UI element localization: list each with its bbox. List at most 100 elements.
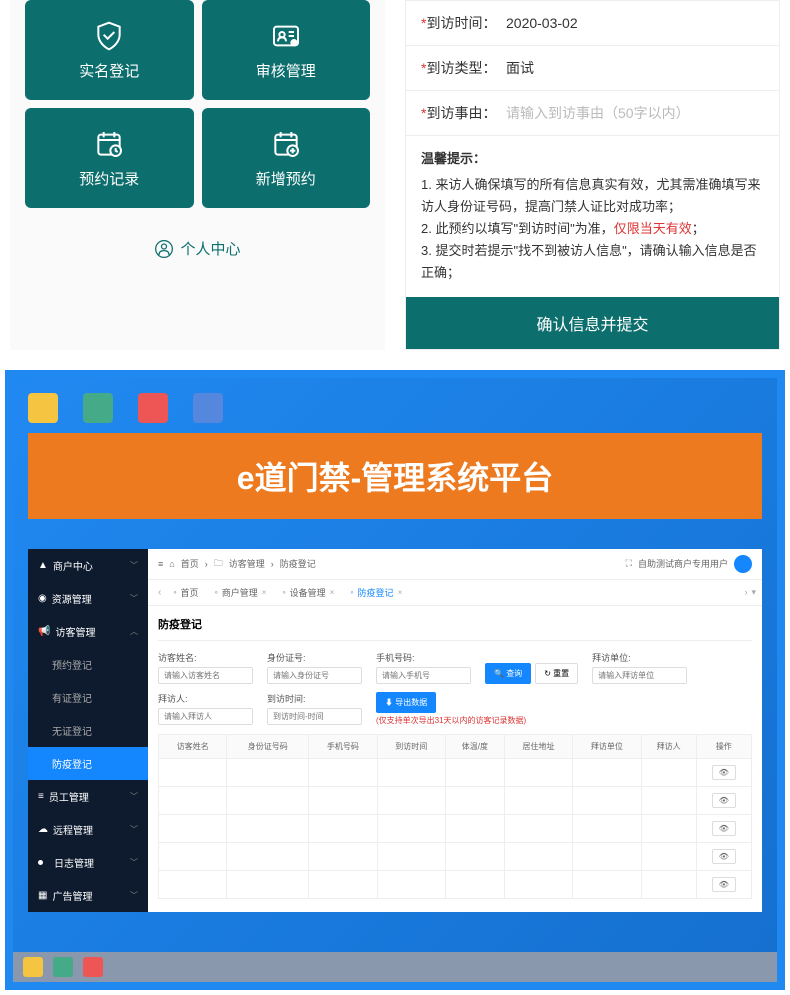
section-title: 防疫登记 [158,616,752,641]
taskbar-icon[interactable] [83,957,103,977]
table-header: 手机号码 [309,734,377,758]
visit-time-value: 2020-03-02 [506,15,578,31]
field-visit-type[interactable]: *到访类型： 面试 [406,46,779,91]
visit-reason-placeholder: 请输入到访事由（50字以内） [506,103,690,123]
breadcrumb: ≡ ⌂ 首页 › 🗀 访客管理 › 防疫登记 [158,556,316,572]
table-header: 拜访人 [641,734,696,758]
fullscreen-icon[interactable]: ⛶ [626,558,632,569]
sidebar-sub-epidemic[interactable]: 防疫登记 [28,747,148,780]
sidebar-item-staff[interactable]: ≡员工管理﹀ [28,780,148,813]
table-header: 操作 [696,734,751,758]
desktop-icon[interactable] [28,393,58,423]
tabs-row: ‹ ◦首页 ◦商户管理× ◦设备管理× ◦防疫登记× › ▾ [148,580,762,606]
table-header: 到访时间 [377,734,445,758]
table-row: 👁 [159,786,752,814]
shield-check-icon [93,20,125,52]
tile-label: 实名登记 [79,60,139,81]
sidebar-item-ads[interactable]: ▦广告管理﹀ [28,879,148,912]
tabs-prev-icon[interactable]: ‹ [154,587,165,598]
taskbar-icon[interactable] [53,957,73,977]
tile-booking-records[interactable]: 预约记录 [25,108,194,208]
table-header: 居住地址 [504,734,572,758]
tabs-next-icon[interactable]: › [744,587,747,598]
sidebar-sub-booking[interactable]: 预约登记 [28,648,148,681]
tile-label: 新增预约 [256,168,316,189]
desktop-icons-row [13,393,777,433]
export-hint: (仅支持单次导出31天以内的访客记录数据) [376,715,526,726]
user-area[interactable]: ⛶ 自助测试商户专用用户 [626,555,752,573]
sidebar-item-visitor[interactable]: 📢访客管理︿ [28,615,148,648]
tip-2: 2. 此预约以填写"到访时间"为准，仅限当天有效； [421,218,764,240]
view-button[interactable]: 👁 [712,821,736,836]
sidebar-sub-withid[interactable]: 有证登记 [28,681,148,714]
close-icon[interactable]: × [330,588,335,597]
sidebar-sub-noid[interactable]: 无证登记 [28,714,148,747]
avatar[interactable] [734,555,752,573]
view-button[interactable]: 👁 [712,765,736,780]
close-icon[interactable]: × [262,588,267,597]
tile-audit-manage[interactable]: 审核管理 [202,0,371,100]
desktop-icon[interactable] [193,393,223,423]
tip-1: 1. 来访人确保填写的所有信息真实有效，尤其需准确填写来访人身份证号码，提高门禁… [421,174,764,218]
view-button[interactable]: 👁 [712,877,736,892]
field-visit-time[interactable]: *到访时间： 2020-03-02 [406,1,779,46]
sidebar-item-remote[interactable]: ☁远程管理﹀ [28,813,148,846]
input-visit-unit[interactable] [592,667,687,684]
reset-button[interactable]: ↻ 重置 [535,663,578,684]
sidebar-item-merchant[interactable]: ▲商户中心﹀ [28,549,148,582]
booking-form-panel: *到访时间： 2020-03-02 *到访类型： 面试 *到访事由： 请输入到访… [405,0,780,350]
tab-epidemic[interactable]: ◦防疫登记× [342,580,410,605]
visit-type-value: 面试 [506,58,534,78]
submit-button[interactable]: 确认信息并提交 [406,297,779,349]
mobile-app-panel: 实名登记 审核管理 预约记录 新增预约 个人中心 [10,0,385,350]
user-circle-icon [154,239,174,259]
desktop-icon[interactable] [83,393,113,423]
personal-center-label: 个人中心 [180,238,240,259]
close-icon[interactable]: × [398,588,403,597]
menu-toggle-icon[interactable]: ≡ [158,559,163,569]
tip-3: 3. 提交时若提示"找不到被访人信息"，请确认输入信息是否正确； [421,240,764,284]
tile-label: 预约记录 [79,168,139,189]
desktop-icon[interactable] [138,393,168,423]
tips-title: 温馨提示： [421,148,764,170]
calendar-clock-icon [93,128,125,160]
taskbar-icon[interactable] [23,957,43,977]
table-header: 拜访单位 [573,734,641,758]
input-visit-person[interactable] [158,708,253,725]
table-header: 体温/度 [445,734,504,758]
tab-merchant[interactable]: ◦商户管理× [207,580,275,605]
input-id-no[interactable] [267,667,362,684]
field-visit-unit: 拜访单位: [592,651,687,684]
tile-new-booking[interactable]: 新增预约 [202,108,371,208]
tab-device[interactable]: ◦设备管理× [274,580,342,605]
table-row: 👁 [159,870,752,898]
tabs-menu-icon[interactable]: ▾ [751,587,756,598]
data-table: 访客姓名身份证号码手机号码到访时间体温/度居住地址拜访单位拜访人操作 👁 👁 👁… [158,734,752,899]
home-icon[interactable]: ⌂ [169,559,174,569]
table-header: 访客姓名 [159,734,227,758]
field-visitor-name: 访客姓名: [158,651,253,684]
tile-label: 审核管理 [256,60,316,81]
sidebar-item-log[interactable]: 日志管理﹀ [28,846,148,879]
personal-center-link[interactable]: 个人中心 [25,208,370,274]
tile-realname-register[interactable]: 实名登记 [25,0,194,100]
tab-home[interactable]: ◦首页 [165,580,206,605]
input-phone[interactable] [376,667,471,684]
field-id-no: 身份证号: [267,651,362,684]
input-arrive-time[interactable] [267,708,362,725]
search-button[interactable]: 🔍 查询 [485,663,531,684]
export-button[interactable]: ⬇ 导出数据 [376,692,436,713]
taskbar [13,952,777,982]
view-button[interactable]: 👁 [712,793,736,808]
field-visit-reason[interactable]: *到访事由： 请输入到访事由（50字以内） [406,91,779,136]
id-card-icon [270,20,302,52]
table-row: 👁 [159,814,752,842]
sidebar-item-resource[interactable]: ◉资源管理﹀ [28,582,148,615]
admin-window: ▲商户中心﹀ ◉资源管理﹀ 📢访客管理︿ 预约登记 有证登记 无证登记 防疫登记… [28,549,762,912]
field-phone: 手机号码: [376,651,471,684]
field-arrive-time: 到访时间: [267,692,362,726]
view-button[interactable]: 👁 [712,849,736,864]
desktop-screenshot: e道门禁-管理系统平台 ▲商户中心﹀ ◉资源管理﹀ 📢访客管理︿ 预约登记 有证… [5,370,785,990]
calendar-plus-icon [270,128,302,160]
input-visitor-name[interactable] [158,667,253,684]
